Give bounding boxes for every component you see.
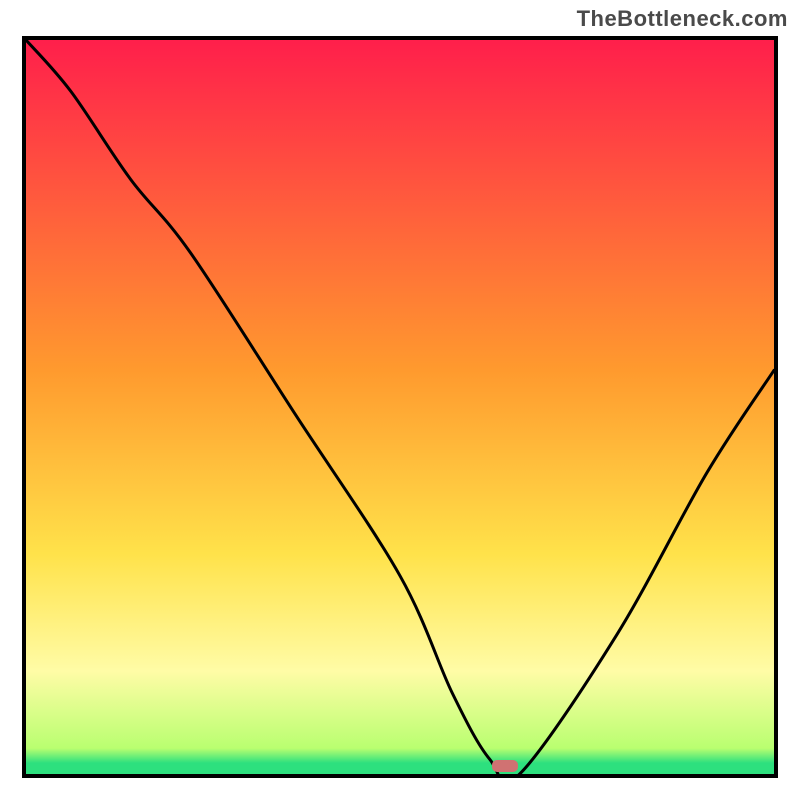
gradient-background — [26, 40, 774, 774]
baseline-marker — [492, 760, 518, 772]
chart-stage: TheBottleneck.com — [0, 0, 800, 800]
plot-frame — [22, 36, 778, 778]
watermark-text: TheBottleneck.com — [577, 6, 788, 32]
plot-svg — [26, 40, 774, 774]
